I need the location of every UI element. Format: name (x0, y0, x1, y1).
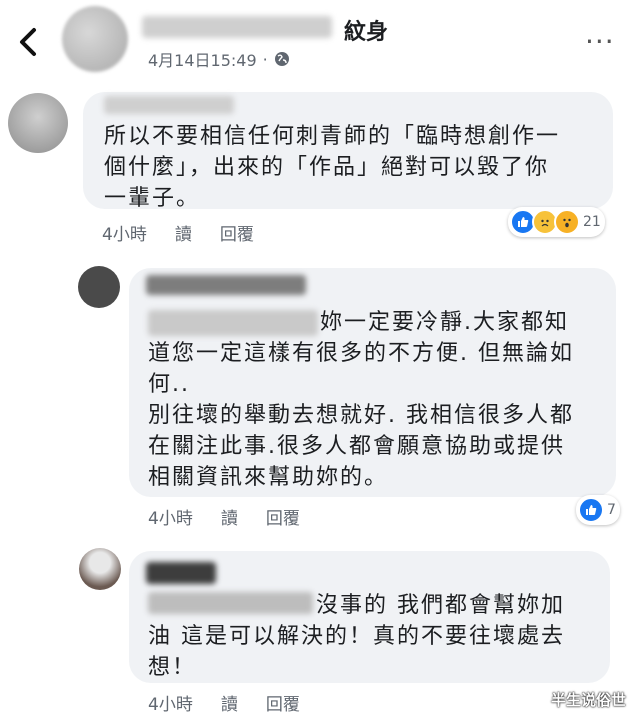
comment-line: 油 這是可以解決的！真的不要往壞處去 (148, 624, 565, 649)
post-title: 紋身 (344, 20, 389, 45)
comment-actions: 4小時 讀 回覆 (148, 690, 300, 715)
comment-text: 妳一定要冷靜.大家都知 道您一定這樣有很多的不方便. 但無論如 何.. 別往壞的… (148, 307, 610, 493)
commenter-name-blurred (146, 562, 216, 584)
commenter-avatar[interactable] (8, 93, 68, 153)
read-button[interactable]: 讀 (221, 504, 238, 529)
comment-time[interactable]: 4小時 (102, 220, 147, 245)
globe-icon (274, 52, 289, 66)
reply-button[interactable]: 回覆 (220, 220, 254, 245)
poster-avatar[interactable] (62, 6, 128, 72)
comment-text: 沒事的 我們都會幫妳加 油 這是可以解決的！真的不要往壞處去 想！ (148, 590, 603, 683)
comment-line: 沒事的 我們都會幫妳加 (316, 593, 565, 618)
comment-line: 妳一定要冷靜.大家都知 (320, 310, 569, 335)
watermark: 半生说俗世 (550, 691, 626, 709)
comment-line: 何.. (148, 372, 190, 397)
comment-time[interactable]: 4小時 (148, 690, 193, 715)
reply-button[interactable]: 回覆 (266, 504, 300, 529)
commenter-avatar[interactable] (78, 266, 120, 308)
read-button[interactable]: 讀 (175, 220, 192, 245)
comment-text: 所以不要相信任何刺青師的「臨時想創作一 個什麼」，出來的「作品」絕對可以毀了你 … (104, 121, 609, 214)
commenter-name-blurred (146, 275, 306, 295)
comment-actions: 4小時 讀 回覆 (102, 220, 254, 245)
chevron-left-icon (20, 28, 36, 56)
post-meta: 4月14日15:49 · (148, 47, 290, 71)
comment-line: 道您一定這樣有很多的不方便. 但無論如 (148, 341, 574, 366)
comment-line: 在關注此事.很多人都會願意協助或提供 (148, 434, 565, 459)
reaction-summary[interactable]: 21 (508, 207, 605, 237)
comment-line: 別往壞的舉動去想就好. 我相信很多人都 (148, 403, 574, 428)
reaction-summary[interactable]: 7 (576, 495, 620, 525)
commenter-avatar[interactable] (79, 548, 121, 590)
meta-dot: · (262, 49, 268, 69)
back-button[interactable] (10, 22, 46, 62)
comment-line: 個什麼」，出來的「作品」絕對可以毀了你 (104, 155, 550, 180)
reaction-count: 21 (583, 214, 601, 230)
comment-line: 相關資訊來幫助妳的。 (148, 465, 389, 490)
poster-name-blurred (142, 16, 332, 38)
commenter-name-blurred (104, 96, 234, 114)
comment-line: 所以不要相信任何刺青師的「臨時想創作一 (104, 124, 561, 149)
post-timestamp[interactable]: 4月14日15:49 (148, 47, 257, 71)
wow-icon (554, 209, 580, 235)
reaction-count: 7 (607, 502, 616, 518)
like-icon (578, 497, 604, 523)
comment-line: 想！ (148, 655, 197, 680)
read-button[interactable]: 讀 (221, 690, 238, 715)
comment-time[interactable]: 4小時 (148, 504, 193, 529)
reply-button[interactable]: 回覆 (266, 690, 300, 715)
comment-actions: 4小時 讀 回覆 (148, 504, 300, 529)
more-options-button[interactable]: ··· (585, 28, 615, 56)
